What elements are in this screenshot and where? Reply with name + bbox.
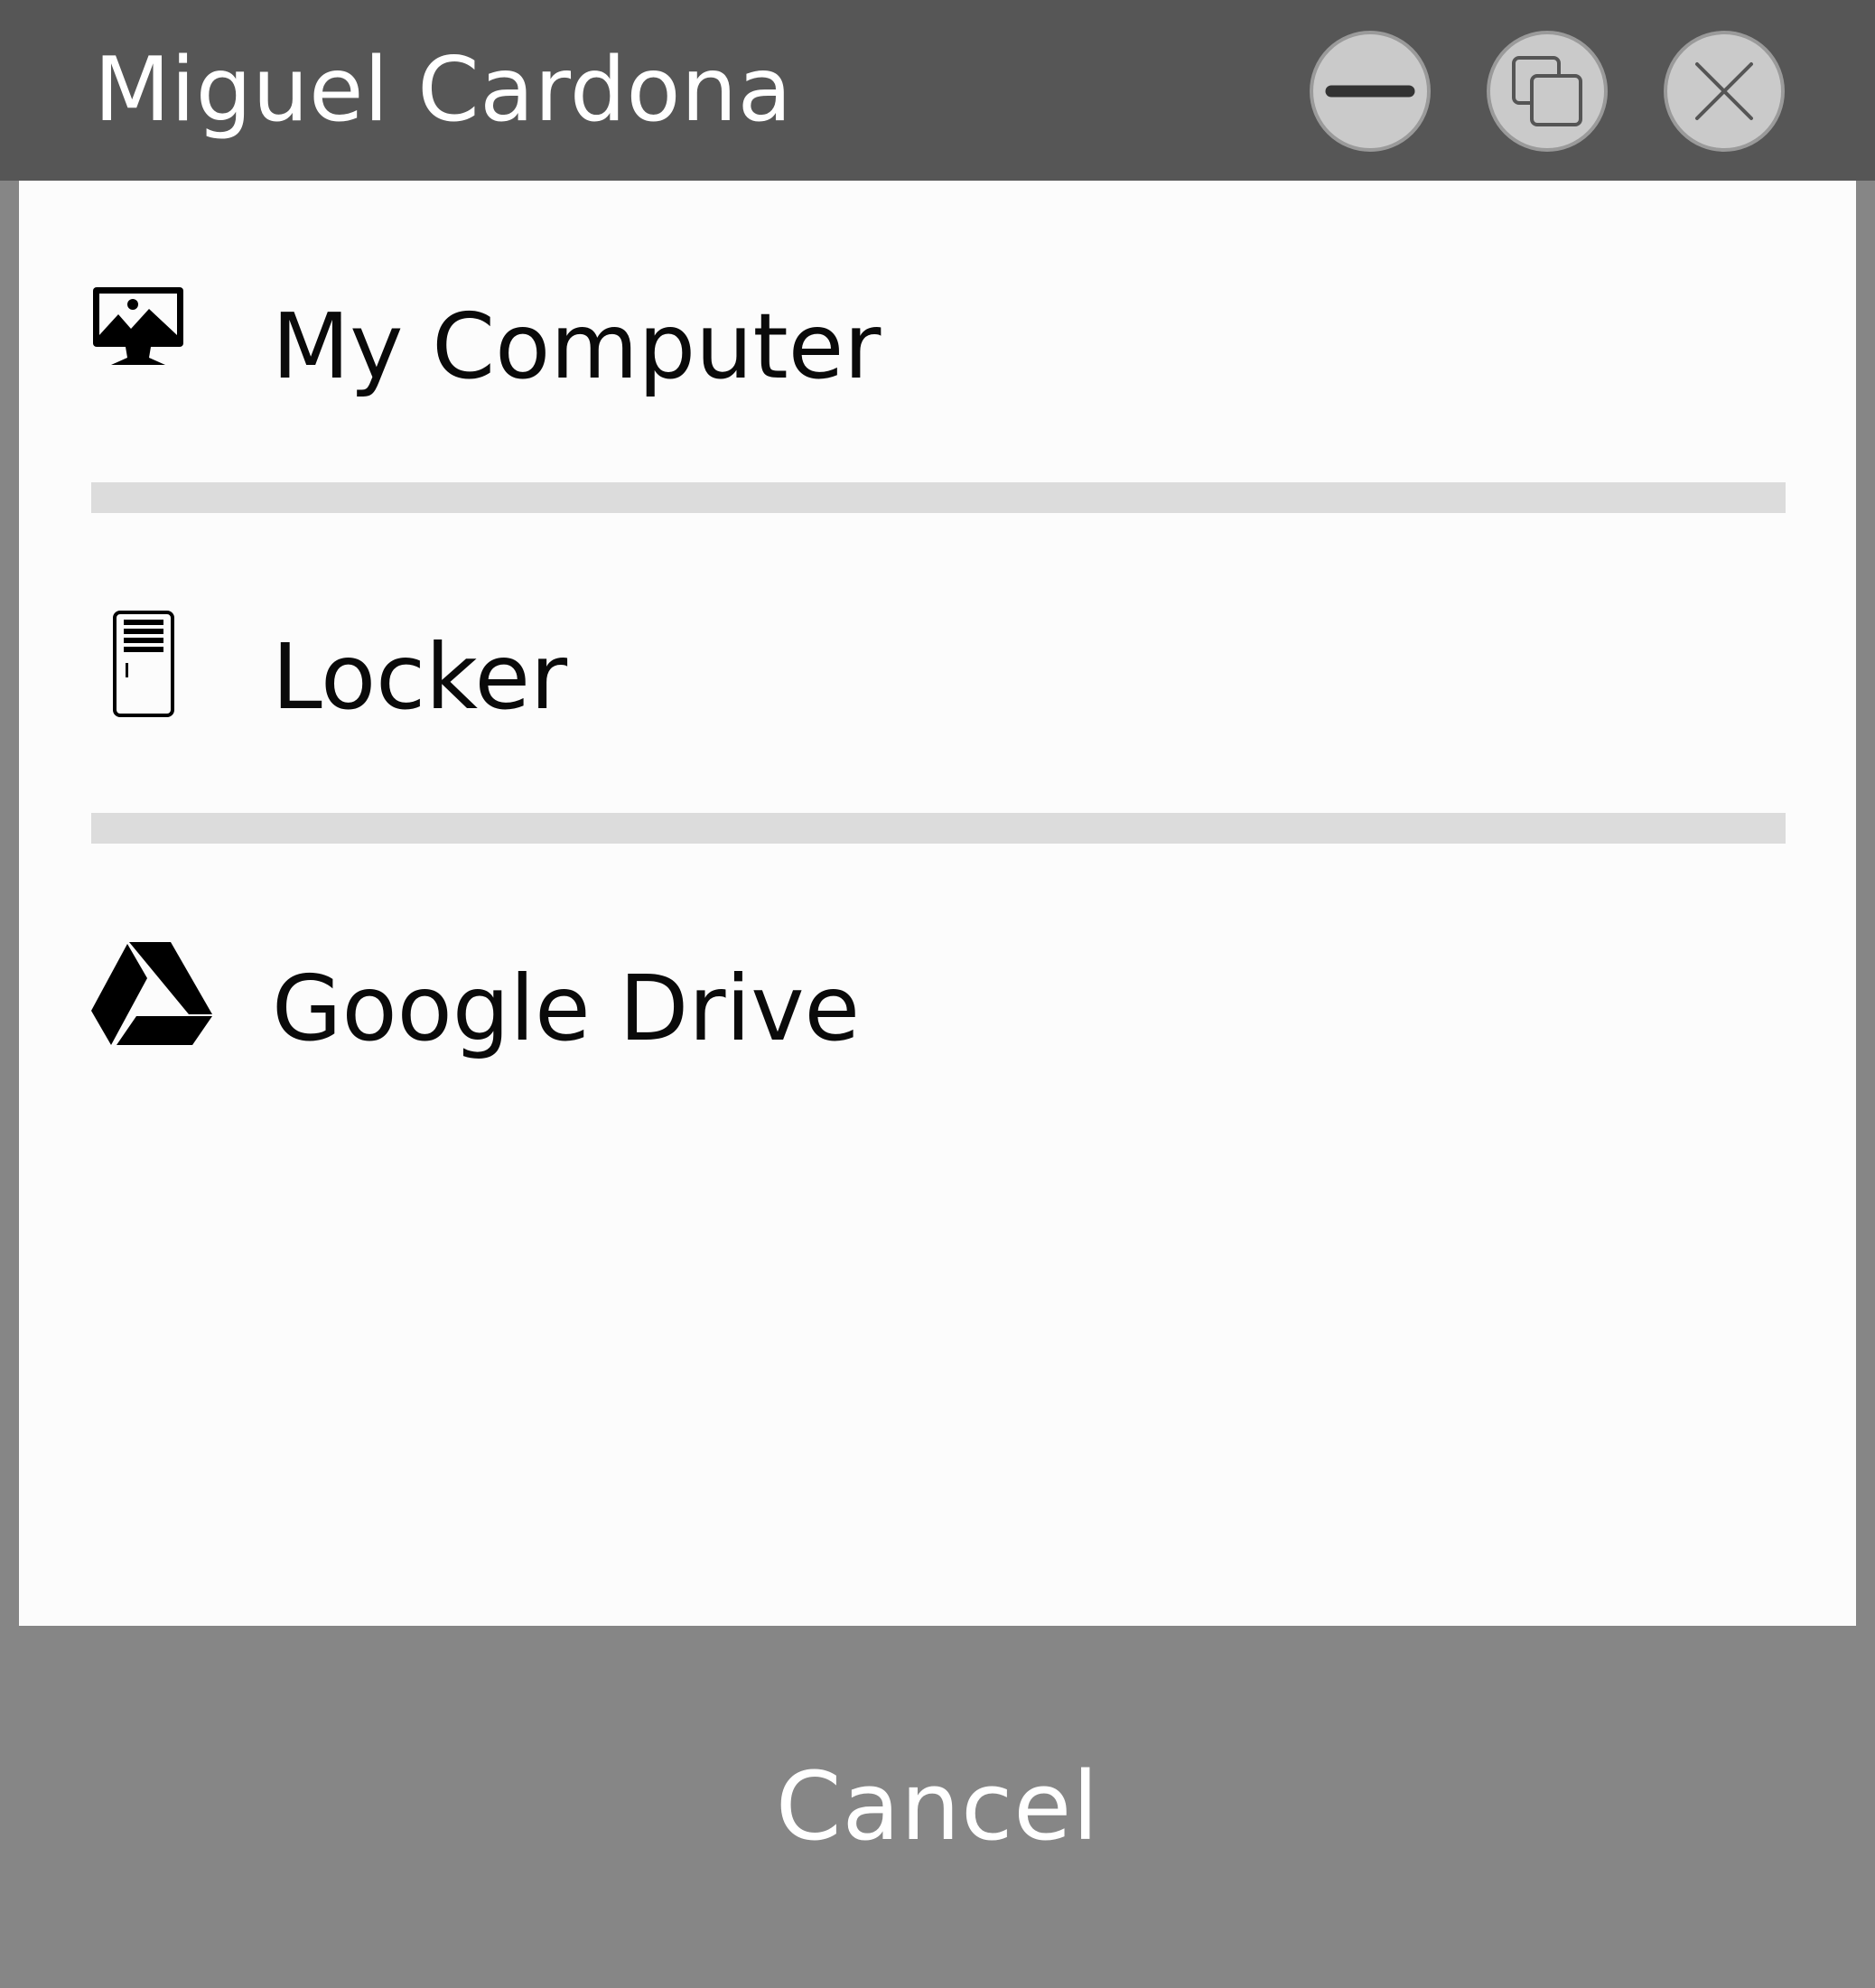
- close-button[interactable]: [1664, 31, 1785, 152]
- source-item-google-drive[interactable]: Google Drive: [91, 933, 1807, 1150]
- file-picker-dialog: Miguel Cardona My Computer Locker Google…: [0, 0, 1875, 1988]
- title-bar: Miguel Cardona: [0, 0, 1875, 181]
- source-list: My Computer Locker Google Drive: [19, 181, 1856, 1626]
- close-icon: [1695, 62, 1753, 120]
- cancel-button-label: Cancel: [775, 1751, 1100, 1862]
- source-item-label: My Computer: [272, 294, 882, 399]
- cancel-button[interactable]: Cancel: [0, 1626, 1875, 1988]
- google-drive-icon: [91, 942, 218, 1069]
- source-item-locker[interactable]: Locker: [91, 602, 1807, 818]
- source-item-label: Google Drive: [272, 956, 861, 1061]
- minimize-icon: [1325, 85, 1415, 98]
- restore-button[interactable]: [1487, 31, 1608, 152]
- restore-icon: [1512, 56, 1582, 126]
- window-title: Miguel Cardona: [94, 39, 793, 142]
- source-item-my-computer[interactable]: My Computer: [91, 271, 1807, 488]
- computer-icon: [91, 285, 218, 412]
- source-item-label: Locker: [272, 624, 568, 730]
- locker-icon: [91, 609, 218, 735]
- minimize-button[interactable]: [1310, 31, 1431, 152]
- list-divider: [91, 813, 1786, 844]
- list-divider: [91, 482, 1786, 513]
